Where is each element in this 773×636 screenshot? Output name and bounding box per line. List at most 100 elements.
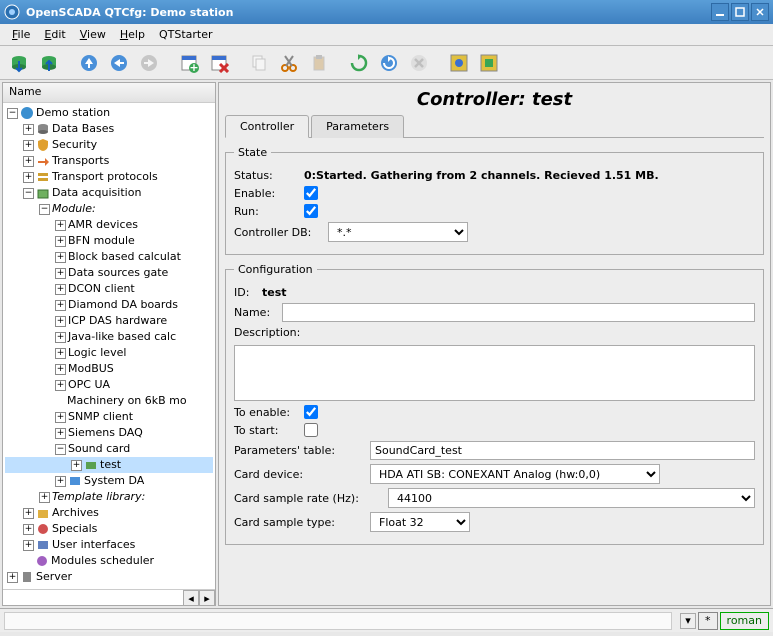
to-start-checkbox[interactable] <box>304 423 318 437</box>
expander-icon[interactable]: + <box>7 572 18 583</box>
expander-icon[interactable]: + <box>55 284 66 295</box>
menu-help[interactable]: Help <box>114 26 151 43</box>
tree-item[interactable]: SNMP client <box>68 409 133 425</box>
tree-item[interactable]: ICP DAS hardware <box>68 313 167 329</box>
menu-edit[interactable]: Edit <box>38 26 71 43</box>
tree-header[interactable]: Name <box>3 83 215 103</box>
tree-item-test[interactable]: test <box>100 457 121 473</box>
expander-icon[interactable]: + <box>23 140 34 151</box>
tree-item-label[interactable]: Module: <box>52 201 96 217</box>
tree-item[interactable]: AMR devices <box>68 217 138 233</box>
tree-item[interactable]: Data sources gate <box>68 265 168 281</box>
sample-rate-select[interactable]: 44100 <box>388 488 755 508</box>
expander-icon[interactable]: + <box>55 300 66 311</box>
tree-item[interactable]: Java-like based calc <box>68 329 176 345</box>
expander-icon[interactable]: − <box>55 444 66 455</box>
horizontal-scrollbar[interactable]: ◂ ▸ <box>3 589 215 605</box>
tree-item[interactable]: Sound card <box>68 441 130 457</box>
tree-item[interactable]: OPC UA <box>68 377 110 393</box>
tree-item[interactable]: Data Bases <box>52 121 114 137</box>
tree-item[interactable]: Server <box>36 569 72 585</box>
expander-icon[interactable]: + <box>55 412 66 423</box>
tree-item[interactable]: Specials <box>52 521 97 537</box>
refresh-icon[interactable] <box>346 50 372 76</box>
auto-refresh-icon[interactable] <box>376 50 402 76</box>
tree-item[interactable]: Diamond DA boards <box>68 297 178 313</box>
menu-view[interactable]: View <box>74 26 112 43</box>
name-input[interactable] <box>282 303 755 322</box>
status-user[interactable]: roman <box>720 612 769 630</box>
run-checkbox[interactable] <box>304 204 318 218</box>
expander-icon[interactable]: + <box>23 156 34 167</box>
expander-icon[interactable]: + <box>55 364 66 375</box>
tree-item[interactable]: User interfaces <box>52 537 135 553</box>
remove-item-icon[interactable] <box>206 50 232 76</box>
expander-icon[interactable]: + <box>23 524 34 535</box>
expander-icon[interactable]: + <box>55 268 66 279</box>
status-dropdown-icon[interactable]: ▾ <box>680 613 696 629</box>
back-icon[interactable] <box>106 50 132 76</box>
tree-item[interactable]: Archives <box>52 505 99 521</box>
maximize-button[interactable] <box>731 3 749 21</box>
expander-icon[interactable]: + <box>55 332 66 343</box>
expander-icon[interactable]: + <box>55 348 66 359</box>
scroll-right-icon[interactable]: ▸ <box>199 590 215 606</box>
expander-icon[interactable]: − <box>7 108 18 119</box>
tree-item[interactable]: Siemens DAQ <box>68 425 143 441</box>
sample-type-select[interactable]: Float 32 <box>370 512 470 532</box>
tree-item[interactable]: Security <box>52 137 97 153</box>
tree-item[interactable]: Modules scheduler <box>51 553 154 569</box>
tool-a-icon[interactable] <box>446 50 472 76</box>
menu-qtstarter[interactable]: QTStarter <box>153 26 219 43</box>
expander-icon[interactable]: + <box>71 460 82 471</box>
tree-item[interactable]: Data acquisition <box>52 185 141 201</box>
to-enable-checkbox[interactable] <box>304 405 318 419</box>
expander-icon[interactable]: + <box>55 220 66 231</box>
forward-icon[interactable] <box>136 50 162 76</box>
expander-icon[interactable]: + <box>55 380 66 391</box>
tree-item[interactable]: Block based calculat <box>68 249 181 265</box>
controller-db-select[interactable]: *.* <box>328 222 468 242</box>
tree-item[interactable]: Logic level <box>68 345 126 361</box>
scroll-left-icon[interactable]: ◂ <box>183 590 199 606</box>
minimize-button[interactable] <box>711 3 729 21</box>
tree-body[interactable]: − Demo station + Data Bases + Security + Tra… <box>3 103 215 589</box>
db-load-icon[interactable] <box>6 50 32 76</box>
tree-item[interactable]: ModBUS <box>68 361 114 377</box>
tree-item[interactable]: Machinery on 6kB mo <box>67 393 187 409</box>
expander-icon[interactable]: + <box>55 252 66 263</box>
expander-icon[interactable]: + <box>23 172 34 183</box>
cut-icon[interactable] <box>276 50 302 76</box>
tree-item[interactable]: System DA <box>84 473 144 489</box>
tree-item[interactable]: Transport protocols <box>52 169 158 185</box>
close-button[interactable] <box>751 3 769 21</box>
tree-item[interactable]: Transports <box>52 153 109 169</box>
expander-icon[interactable]: + <box>55 316 66 327</box>
expander-icon[interactable]: + <box>23 124 34 135</box>
paste-icon[interactable] <box>306 50 332 76</box>
description-textarea[interactable] <box>234 345 755 401</box>
expander-icon[interactable]: + <box>55 236 66 247</box>
card-device-select[interactable]: HDA ATI SB: CONEXANT Analog (hw:0,0) <box>370 464 660 484</box>
stop-icon[interactable] <box>406 50 432 76</box>
expander-icon[interactable]: − <box>39 204 50 215</box>
expander-icon[interactable]: + <box>23 540 34 551</box>
tree-item[interactable]: Demo station <box>36 105 110 121</box>
db-save-icon[interactable] <box>36 50 62 76</box>
expander-icon[interactable]: − <box>23 188 34 199</box>
expander-icon[interactable]: + <box>39 492 50 503</box>
add-item-icon[interactable]: + <box>176 50 202 76</box>
expander-icon[interactable]: + <box>55 428 66 439</box>
expander-icon[interactable]: + <box>23 508 34 519</box>
up-icon[interactable] <box>76 50 102 76</box>
params-table-input[interactable] <box>370 441 755 460</box>
enable-checkbox[interactable] <box>304 186 318 200</box>
tree-item[interactable]: DCON client <box>68 281 135 297</box>
tree-item[interactable]: BFN module <box>68 233 135 249</box>
menu-file[interactable]: File <box>6 26 36 43</box>
tree-item-label[interactable]: Template library: <box>52 489 145 505</box>
tab-controller[interactable]: Controller <box>225 115 309 138</box>
tab-parameters[interactable]: Parameters <box>311 115 404 138</box>
expander-icon[interactable]: + <box>55 476 66 487</box>
copy-icon[interactable] <box>246 50 272 76</box>
